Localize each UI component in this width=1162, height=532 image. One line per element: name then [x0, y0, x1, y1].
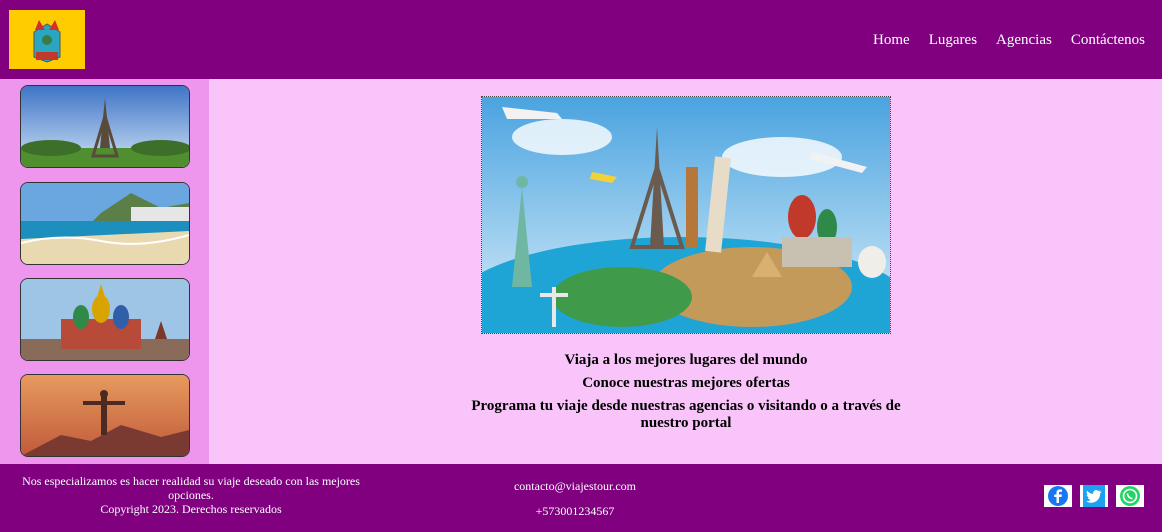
- footer-about: Nos especializamos es hacer realidad su …: [5, 474, 377, 516]
- footer-tagline: Nos especializamos es hacer realidad su …: [22, 474, 360, 502]
- saint-basil-cathedral-thumbnail[interactable]: [20, 278, 190, 361]
- footer-copyright: Copyright 2023. Derechos reservados: [100, 502, 282, 516]
- footer-contact: contacto@viajestour.com +573001234567: [490, 479, 660, 529]
- social-links: [1044, 485, 1144, 507]
- footer-phone[interactable]: +573001234567: [490, 504, 660, 519]
- footer-email[interactable]: contacto@viajestour.com: [490, 479, 660, 494]
- nav-agencias[interactable]: Agencias: [996, 32, 1052, 49]
- world-landmarks-banner: [481, 96, 891, 334]
- headline-line-3: Programa tu viaje desde nuestras agencia…: [471, 398, 901, 431]
- sidebar: [0, 79, 209, 464]
- facebook-icon[interactable]: [1044, 485, 1072, 507]
- nav-home[interactable]: Home: [873, 32, 910, 49]
- welcome-text: Viaja a los mejores lugares del mundo Co…: [470, 352, 902, 438]
- beach-thumbnail[interactable]: [20, 182, 190, 265]
- nav-lugares[interactable]: Lugares: [929, 32, 977, 49]
- whatsapp-icon[interactable]: [1116, 485, 1144, 507]
- eiffel-tower-thumbnail[interactable]: [20, 85, 190, 168]
- logo[interactable]: [9, 10, 85, 69]
- coat-of-arms-icon: [33, 20, 61, 63]
- headline-line-1: Viaja a los mejores lugares del mundo: [564, 352, 808, 368]
- headline-line-2: Conoce nuestras mejores ofertas: [582, 375, 790, 391]
- footer: Nos especializamos es hacer realidad su …: [0, 464, 1162, 532]
- header: Home Lugares Agencias Contáctenos: [0, 0, 1162, 79]
- nav-contactenos[interactable]: Contáctenos: [1071, 32, 1145, 49]
- main-nav: Home Lugares Agencias Contáctenos: [873, 32, 1145, 49]
- christ-redeemer-thumbnail[interactable]: [20, 374, 190, 457]
- twitter-icon[interactable]: [1080, 485, 1108, 507]
